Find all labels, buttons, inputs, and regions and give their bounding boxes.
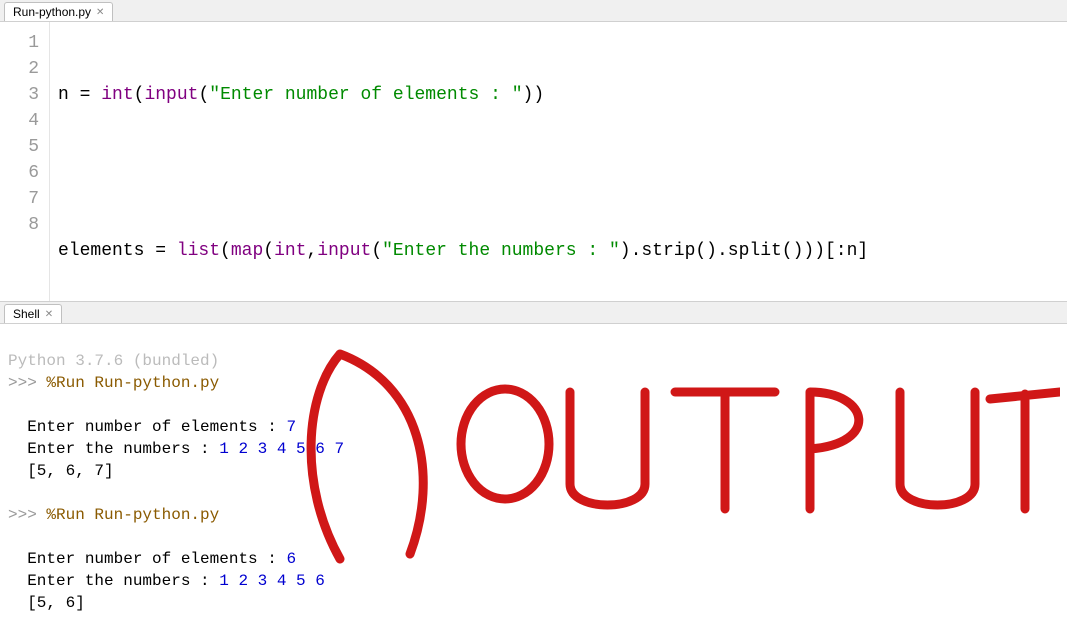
shell-tab-bar: Shell ✕	[0, 302, 1067, 324]
shell-tab-label: Shell	[13, 307, 40, 321]
run-command: %Run Run-python.py	[46, 506, 219, 524]
editor-tab-bar: Run-python.py ✕	[0, 0, 1067, 22]
shell-text: Enter the numbers :	[8, 572, 219, 590]
close-icon[interactable]: ✕	[45, 309, 53, 320]
shell-text: Enter number of elements :	[8, 550, 286, 568]
shell-tab[interactable]: Shell ✕	[4, 304, 62, 323]
shell-input-value: 7	[286, 418, 296, 436]
line-number: 5	[10, 134, 39, 160]
shell-input-value: 6	[286, 550, 296, 568]
shell-prompt: >>>	[8, 374, 46, 392]
code-line	[58, 160, 1059, 186]
editor-tab[interactable]: Run-python.py ✕	[4, 2, 113, 21]
shell-input-value: 1 2 3 4 5 6 7	[219, 440, 344, 458]
line-number: 4	[10, 108, 39, 134]
line-number: 6	[10, 160, 39, 186]
shell-input-value: 1 2 3 4 5 6	[219, 572, 325, 590]
line-number: 1	[10, 30, 39, 56]
line-number: 2	[10, 56, 39, 82]
code-line: elements = list(map(int,input("Enter the…	[58, 238, 1059, 264]
shell-prompt: >>>	[8, 506, 46, 524]
code-line: n = int(input("Enter number of elements …	[58, 82, 1059, 108]
close-icon[interactable]: ✕	[96, 7, 104, 18]
code-editor[interactable]: 1 2 3 4 5 6 7 8 n = int(input("Enter num…	[0, 22, 1067, 302]
code-area[interactable]: n = int(input("Enter number of elements …	[50, 22, 1067, 301]
run-command: %Run Run-python.py	[46, 374, 219, 392]
editor-tab-label: Run-python.py	[13, 5, 91, 19]
line-number-gutter: 1 2 3 4 5 6 7 8	[0, 22, 50, 301]
line-number: 3	[10, 82, 39, 108]
python-version: Python 3.7.6 (bundled)	[8, 352, 219, 370]
shell-text: Enter number of elements :	[8, 418, 286, 436]
shell-panel[interactable]: Python 3.7.6 (bundled) >>> %Run Run-pyth…	[0, 324, 1067, 618]
shell-output-line: [5, 6, 7]	[8, 462, 114, 480]
shell-text: Enter the numbers :	[8, 440, 219, 458]
line-number: 7	[10, 186, 39, 212]
shell-output-line: [5, 6]	[8, 594, 85, 612]
line-number: 8	[10, 212, 39, 238]
shell-output[interactable]: Python 3.7.6 (bundled) >>> %Run Run-pyth…	[0, 324, 1067, 618]
